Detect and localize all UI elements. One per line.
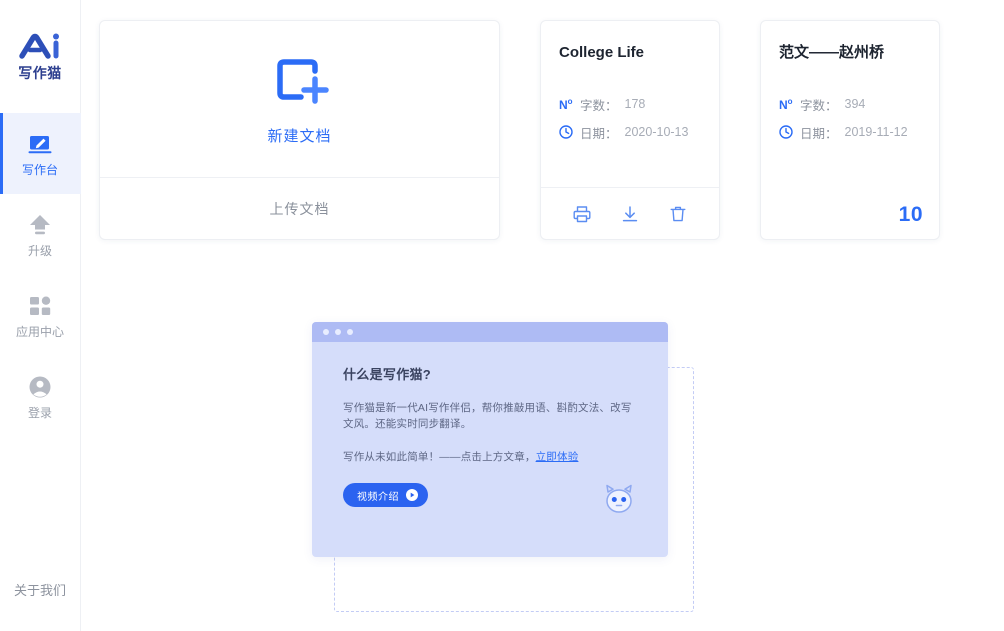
app-logo[interactable]: 写作猫 <box>0 0 80 113</box>
promo-cta-link[interactable]: 立即体验 <box>536 451 579 463</box>
date-label: 日期： <box>800 126 838 141</box>
cat-mascot-icon <box>606 484 632 513</box>
sidebar-item-writing-desk[interactable]: 写作台 <box>0 113 81 194</box>
print-icon[interactable] <box>572 204 592 224</box>
promo-card: 什么是写作猫? 写作猫是新一代AI写作伴侣，帮你推敲用语、斟酌文法、改写文风。还… <box>312 322 668 557</box>
wordcount-label: 字数： <box>800 98 838 113</box>
sidebar-item-login[interactable]: 登录 <box>0 356 81 437</box>
date-value: 2020-10-13 <box>624 125 689 139</box>
window-dot-maximize-icon <box>347 329 353 335</box>
window-dot-close-icon <box>323 329 329 335</box>
ai-logo-icon <box>19 33 59 59</box>
app-root: 写作猫 写作台 升级 应用中心 登录 关于我们 新建文档 上传文档 Colleg… <box>0 0 1004 631</box>
promo-cta-line: 写作从未如此简单！——点击上方文章，立即体验 <box>343 449 642 464</box>
clock-icon <box>779 125 793 139</box>
date-label: 日期： <box>580 126 618 141</box>
sidebar-item-label: 升级 <box>27 244 52 258</box>
document-title: 范文——赵州桥 <box>779 44 885 61</box>
number-sign-icon: No <box>779 96 793 112</box>
writing-desk-icon <box>28 136 52 154</box>
upload-document-label: 上传文档 <box>269 200 330 217</box>
date-row: 日期： 2020-10-13 <box>559 123 701 142</box>
promo-heading: 什么是写作猫? <box>343 367 432 382</box>
document-card[interactable]: 范文——赵州桥 No 字数： 394 日期： 2019-11-12 10 <box>760 20 940 240</box>
wordcount-row: No 字数： 178 <box>559 95 701 114</box>
sidebar: 写作猫 写作台 升级 应用中心 登录 关于我们 <box>0 0 81 631</box>
download-icon[interactable] <box>620 204 640 224</box>
sidebar-item-label: 应用中心 <box>15 325 64 339</box>
wordcount-value: 178 <box>624 97 646 111</box>
create-document-label: 新建文档 <box>267 127 332 145</box>
upload-document-button[interactable]: 上传文档 <box>100 177 499 239</box>
sidebar-nav: 写作台 升级 应用中心 登录 <box>0 113 81 437</box>
promo-paragraph: 写作猫是新一代AI写作伴侣，帮你推敲用语、斟酌文法、改写文风。还能实时同步翻译。 <box>343 402 632 430</box>
document-meta: No 字数： 394 日期： 2019-11-12 <box>779 95 921 142</box>
sidebar-item-app-center[interactable]: 应用中心 <box>0 275 81 356</box>
promo-window-titlebar <box>312 322 668 342</box>
document-actions <box>541 187 719 239</box>
promo-section: 什么是写作猫? 写作猫是新一代AI写作伴侣，帮你推敲用语、斟酌文法、改写文风。还… <box>312 322 695 612</box>
user-avatar-icon <box>29 376 51 398</box>
number-sign-icon: No <box>559 96 573 112</box>
document-count-badge: 10 <box>898 203 923 226</box>
sidebar-item-label: 登录 <box>27 406 52 420</box>
date-value: 2019-11-12 <box>844 125 908 139</box>
new-document-plus-icon <box>276 58 329 104</box>
wordcount-row: No 字数： 394 <box>779 95 921 114</box>
window-dot-minimize-icon <box>335 329 341 335</box>
promo-body: 什么是写作猫? 写作猫是新一代AI写作伴侣，帮你推敲用语、斟酌文法、改写文风。还… <box>312 342 668 557</box>
play-circle-icon <box>406 489 418 501</box>
clock-icon <box>559 125 573 139</box>
promo-cta-text: 写作从未如此简单！——点击上方文章， <box>343 450 536 463</box>
video-intro-button[interactable]: 视频介绍 <box>343 483 428 507</box>
sidebar-item-label: 写作台 <box>21 163 58 177</box>
trash-icon[interactable] <box>668 204 688 224</box>
video-intro-label: 视频介绍 <box>357 491 399 503</box>
wordcount-value: 394 <box>844 97 866 111</box>
create-document-button[interactable]: 新建文档 <box>100 21 499 177</box>
app-grid-icon <box>30 296 51 315</box>
document-meta: No 字数： 178 日期： 2020-10-13 <box>559 95 701 142</box>
date-row: 日期： 2019-11-12 <box>779 123 921 142</box>
wordcount-label: 字数： <box>580 98 618 113</box>
document-card[interactable]: College Life No 字数： 178 日期： 2020-10-13 <box>540 20 720 240</box>
document-title: College Life <box>559 44 645 61</box>
sidebar-item-upgrade[interactable]: 升级 <box>0 194 81 275</box>
main-content: 新建文档 上传文档 College Life No 字数： 178 日期： 20… <box>81 0 1004 631</box>
upgrade-arrow-icon <box>30 215 50 235</box>
logo-text: 写作猫 <box>18 66 62 82</box>
cards-row: 新建文档 上传文档 College Life No 字数： 178 日期： 20… <box>99 20 940 240</box>
new-document-card: 新建文档 上传文档 <box>99 20 500 240</box>
about-us-link[interactable]: 关于我们 <box>14 580 66 599</box>
